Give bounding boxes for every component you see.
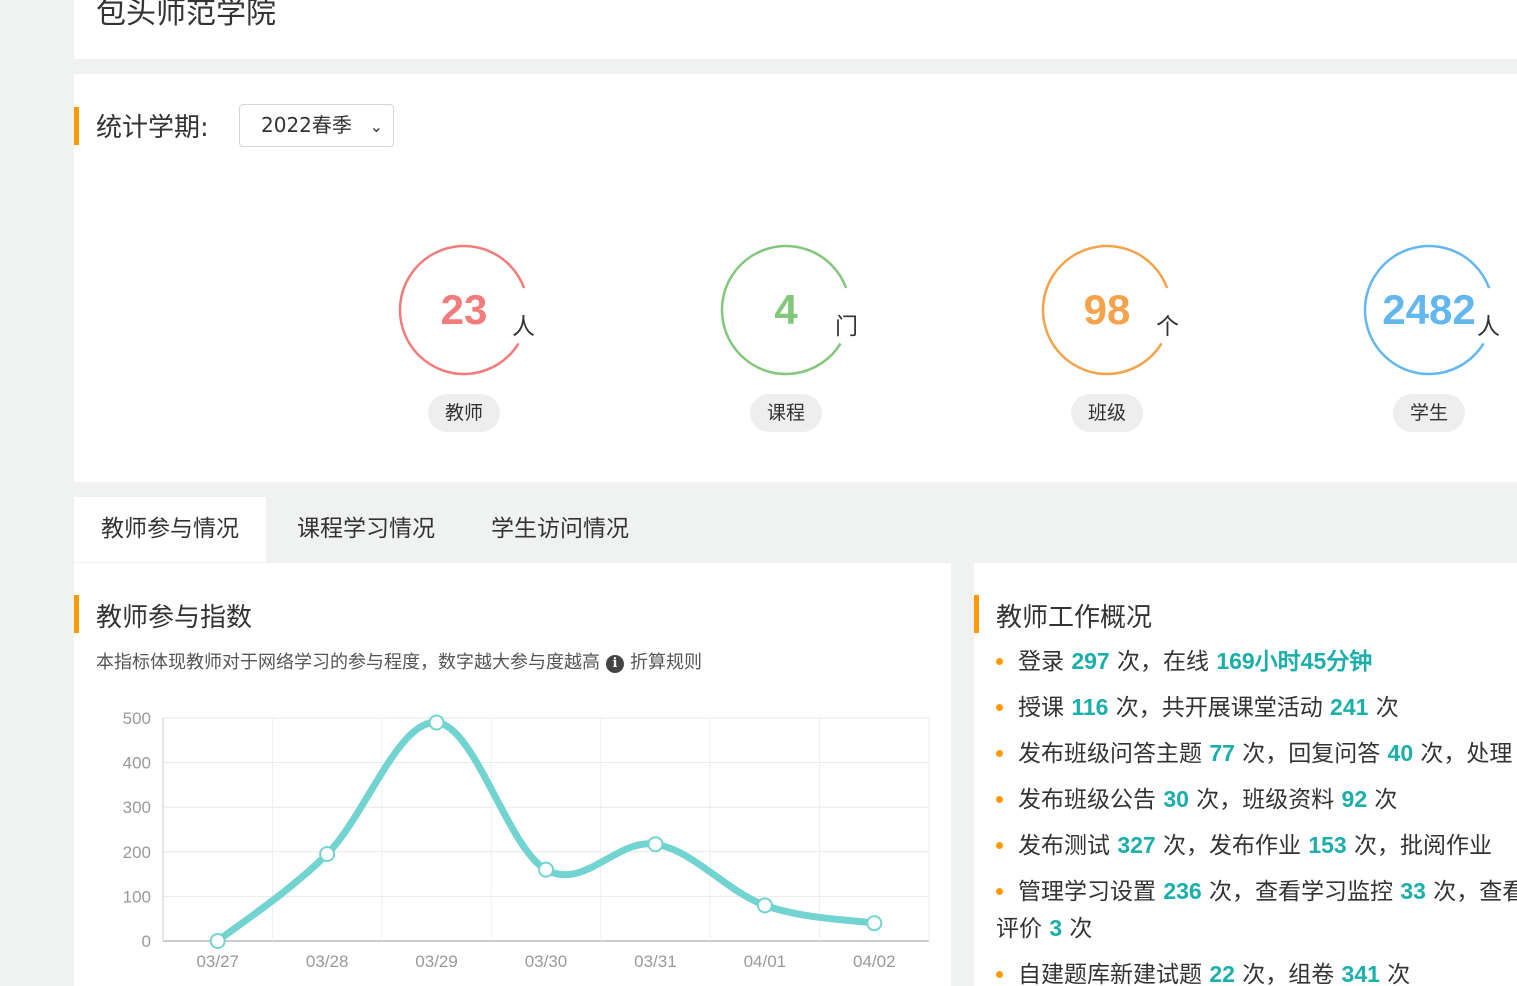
work-item-count: 153 — [1308, 832, 1347, 858]
work-item-text: 发布班级问答主题 — [1018, 741, 1210, 767]
data-point — [866, 915, 883, 932]
work-item-count: 241 — [1330, 694, 1369, 720]
stat-label: 教师 — [428, 394, 500, 432]
stat-courses: 4 门 课程 — [706, 244, 866, 434]
chevron-down-icon: ⌄ — [369, 117, 383, 136]
tab-course-learning[interactable]: 课程学习情况 — [270, 497, 462, 562]
work-item: 授课 116 次，共开展课堂活动 241 次 — [996, 689, 1517, 726]
work-item-text: 次 — [1379, 962, 1411, 986]
x-tick-label: 03/31 — [634, 952, 677, 971]
work-item-count: 297 — [1071, 648, 1110, 674]
data-point — [647, 836, 664, 853]
work-item-text: 次，处理 — [1413, 741, 1513, 767]
work-card: 教师工作概况 登录 297 次，在线 169小时45分钟 授课 116 次，共开展… — [974, 563, 1517, 986]
work-title: 教师工作概况 — [996, 603, 1153, 633]
y-tick-label: 500 — [123, 709, 151, 728]
work-list: 登录 297 次，在线 169小时45分钟 授课 116 次，共开展课堂活动 24… — [996, 643, 1517, 986]
work-item-text: 管理学习设置 — [1018, 879, 1164, 905]
work-item-text: 登录 — [1018, 649, 1072, 675]
work-item-text: 次 — [1367, 787, 1398, 813]
work-item-count: 40 — [1387, 740, 1414, 766]
work-item: 管理学习设置 236 次，查看学习监控 33 次，查看评价 3 次 — [996, 873, 1517, 947]
stat-unit: 人 — [512, 314, 535, 340]
work-item-text: 次，班级资料 — [1188, 787, 1342, 813]
y-tick-label: 300 — [123, 798, 151, 817]
work-item-count: 169小时45分钟 — [1216, 648, 1373, 674]
work-item-text: 自建题库新建试题 — [1018, 962, 1210, 986]
y-tick-label: 0 — [142, 932, 151, 951]
stat-unit: 人 — [1477, 314, 1500, 340]
work-item-count: 3 — [1049, 915, 1063, 941]
work-item-text: 次，在线 — [1109, 649, 1217, 675]
section-marker — [74, 107, 79, 145]
school-name: 包头师范学院 — [96, 0, 276, 31]
data-point — [319, 846, 336, 863]
x-tick-label: 04/02 — [853, 952, 896, 971]
term-select-value: 2022春季 — [261, 113, 352, 137]
data-point — [209, 933, 226, 949]
x-tick-label: 03/28 — [306, 952, 349, 971]
work-item-count: 33 — [1400, 878, 1426, 904]
work-item-text: 次，共开展课堂活动 — [1108, 695, 1331, 721]
term-select[interactable]: 2022春季 ⌄ — [239, 104, 394, 147]
work-item-text: 发布测试 — [1018, 833, 1118, 859]
work-item-text: 次，发布作业 — [1155, 833, 1309, 859]
tab-student-visits[interactable]: 学生访问情况 — [464, 497, 656, 562]
work-item-text: 次，批阅作业 — [1346, 833, 1492, 859]
y-tick-label: 100 — [123, 887, 151, 906]
section-marker — [974, 595, 979, 633]
participation-chart: 0 100 200 300 400 500 03/27 03/28 03/29 03/30 03/3… — [123, 709, 930, 971]
series-line — [214, 718, 878, 945]
tab-teacher-participation[interactable]: 教师参与情况 — [74, 497, 266, 562]
work-item: 登录 297 次，在线 169小时45分钟 — [996, 643, 1517, 680]
work-item: 发布班级公告 30 次，班级资料 92 次 — [996, 781, 1517, 818]
data-point — [428, 714, 445, 731]
y-tick-label: 200 — [123, 843, 151, 862]
work-item-count: 92 — [1341, 786, 1368, 812]
data-point — [538, 861, 554, 878]
work-item-text: 次，查看学习监控 — [1201, 879, 1401, 905]
y-tick-label: 400 — [123, 754, 151, 773]
work-item-text: 次，组卷 — [1234, 962, 1342, 986]
x-tick-label: 03/30 — [525, 952, 568, 971]
stat-classes: 98 个 班级 — [1027, 244, 1187, 434]
work-item: 自建题库新建试题 22 次，组卷 341 次 — [996, 956, 1517, 986]
term-label: 统计学期: — [96, 113, 209, 143]
stat-unit: 个 — [1156, 314, 1179, 340]
work-item-text: 授课 — [1018, 695, 1072, 721]
stat-label: 学生 — [1393, 394, 1465, 432]
data-point — [756, 897, 773, 914]
work-item-count: 30 — [1163, 786, 1189, 812]
participation-card: 教师参与指数 本指标体现教师对于网络学习的参与程度，数字越大参与度越高 i 折算规则… — [74, 563, 951, 986]
work-item: 发布测试 327 次，发布作业 153 次，批阅作业 — [996, 827, 1517, 864]
work-item-text: 发布班级公告 — [1018, 787, 1164, 813]
work-item-text: 次，回复问答 — [1234, 741, 1388, 767]
stat-students: 2482 人 学生 — [1349, 244, 1509, 434]
work-item-count: 341 — [1341, 961, 1380, 986]
x-tick-label: 03/29 — [415, 952, 458, 971]
work-item-count: 22 — [1209, 961, 1235, 986]
work-item-count: 77 — [1209, 740, 1235, 766]
stat-label: 班级 — [1071, 394, 1143, 432]
header-card: 包头师范学院 — [74, 0, 1517, 59]
work-item-text: 次 — [1368, 695, 1399, 721]
work-item: 发布班级问答主题 77 次，回复问答 40 次，处理 — [996, 735, 1517, 772]
work-item-count: 236 — [1163, 878, 1202, 904]
work-item-count: 116 — [1071, 694, 1109, 720]
stat-teachers: 23 人 教师 — [384, 244, 544, 434]
stat-label: 课程 — [750, 394, 822, 432]
x-tick-label: 03/27 — [196, 952, 239, 971]
stat-unit: 门 — [835, 314, 858, 340]
work-item-text: 次 — [1062, 916, 1093, 942]
x-tick-label: 04/01 — [744, 952, 787, 971]
work-item-count: 327 — [1117, 832, 1156, 858]
stats-card: 统计学期: 2022春季 ⌄ 23 人 教师 4 门 课程 98 个 班级 24… — [74, 74, 1517, 482]
